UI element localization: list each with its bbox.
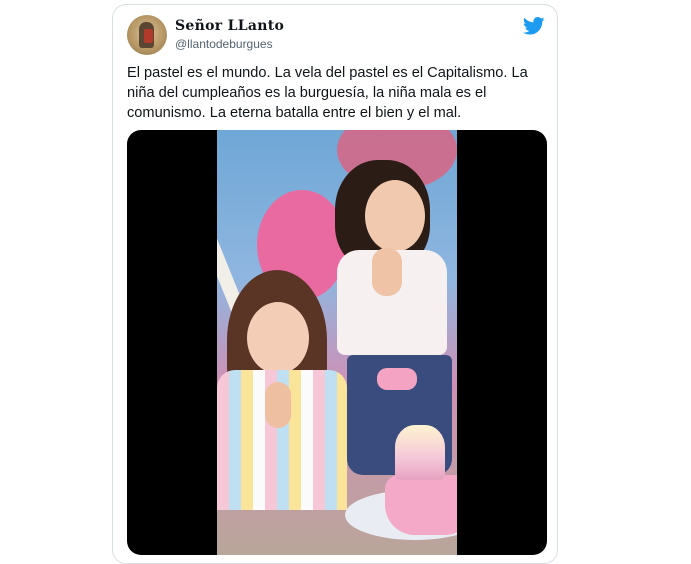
seated-girl-face <box>247 302 309 374</box>
avatar[interactable] <box>127 15 167 55</box>
cake-topper-figurines <box>395 425 445 480</box>
birthday-cake <box>385 475 457 535</box>
standing-girl-face <box>365 180 425 252</box>
twitter-bird-icon[interactable] <box>523 17 545 35</box>
user-handle[interactable]: @llantodeburgues <box>175 37 273 51</box>
video-frame <box>217 130 457 555</box>
tweet-video[interactable] <box>127 130 547 555</box>
tweet-card[interactable]: Señor LLanto @llantodeburgues El pastel … <box>112 4 558 564</box>
tweet-text: El pastel es el mundo. La vela del paste… <box>127 65 528 121</box>
display-name[interactable]: Señor LLanto <box>175 18 284 34</box>
standing-girl-hands <box>372 248 402 296</box>
pink-bow <box>377 368 417 390</box>
seated-girl-hands <box>265 382 291 428</box>
avatar-figure-detail <box>144 29 153 43</box>
